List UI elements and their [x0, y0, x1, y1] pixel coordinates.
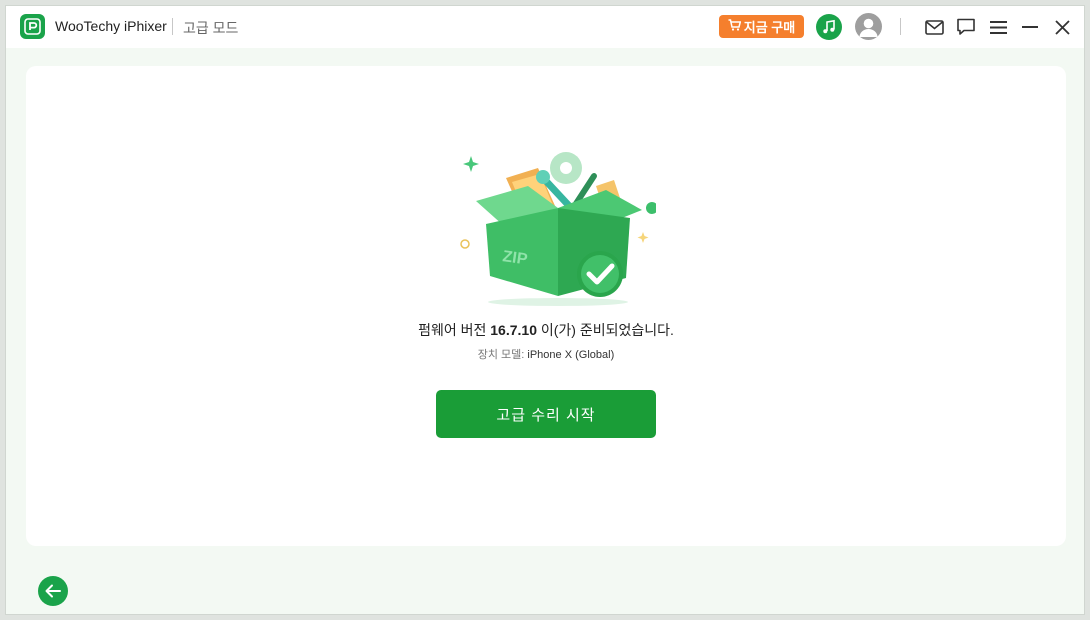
mode-label: 고급 모드: [183, 20, 239, 36]
app-name: WooTechy iPhixer: [55, 18, 167, 34]
firmware-ready-message: 펌웨어 버전 16.7.10 이(가) 준비되었습니다.: [26, 320, 1066, 340]
ready-suffix: 이(가) 준비되었습니다.: [536, 322, 674, 338]
svg-text:ZIP: ZIP: [501, 248, 528, 268]
mail-icon[interactable]: [923, 16, 945, 38]
ready-prefix: 펌웨어 버전: [418, 322, 491, 338]
device-model-line: 장치 모델: iPhone X (Global): [26, 346, 1066, 362]
title-bar: WooTechy iPhixer 고급 모드 지금 구매: [6, 6, 1084, 48]
zip-box-check-illustration: ZIP: [446, 146, 658, 306]
chat-icon[interactable]: [955, 16, 977, 38]
close-icon[interactable]: [1051, 16, 1073, 38]
title-divider: [172, 18, 173, 35]
minimize-icon[interactable]: [1019, 16, 1041, 38]
firmware-version: 16.7.10: [490, 322, 537, 338]
toolbar-divider: [900, 18, 901, 35]
main-card: ZIP 펌웨어 버전 16.7.10 이(가) 준비되었습니다. 장치 모델: …: [26, 66, 1066, 546]
user-avatar-icon[interactable]: [855, 13, 882, 40]
buy-now-label: 지금 구매: [743, 20, 796, 35]
start-advanced-repair-button[interactable]: 고급 수리 시작: [436, 390, 656, 438]
cart-icon: [728, 19, 742, 34]
buy-now-button[interactable]: 지금 구매: [719, 15, 804, 38]
device-model-label: 장치 모델:: [477, 349, 528, 361]
music-icon[interactable]: [816, 14, 842, 40]
menu-icon[interactable]: [987, 16, 1009, 38]
app-logo-icon: [20, 14, 45, 39]
back-arrow-icon[interactable]: [38, 576, 68, 606]
device-model-value: iPhone X (Global): [527, 349, 615, 361]
app-window: WooTechy iPhixer 고급 모드 지금 구매 ZIP 펌웨어 버전 …: [5, 5, 1085, 615]
